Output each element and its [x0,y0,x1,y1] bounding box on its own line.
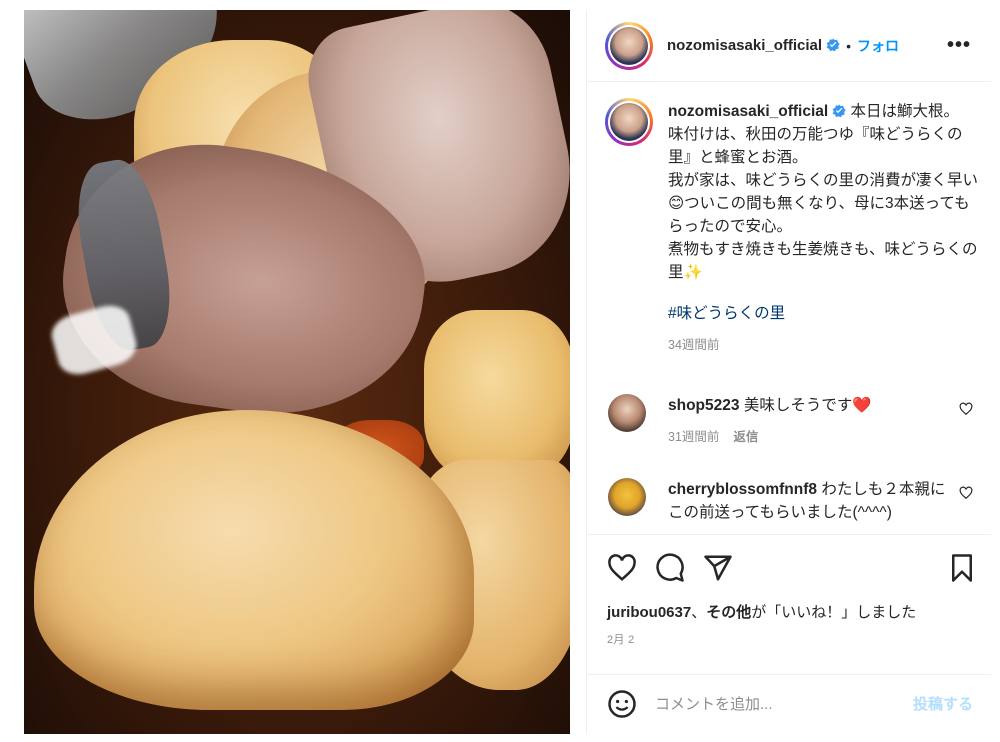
comments-list[interactable]: nozomisasaki_official 本日は鰤大根。 味付けは、秋田の万能… [587,82,991,534]
commenter-username[interactable]: cherryblossomfnnf8 [668,481,817,498]
commenter-avatar[interactable] [608,478,646,516]
comment-content: 美味しそうです❤️ [743,397,872,414]
comment-timestamp[interactable]: 31週間前 [668,430,719,444]
caption-timestamp[interactable]: 34週間前 [668,334,978,357]
caption-avatar[interactable] [605,98,653,146]
post-photo[interactable] [24,10,570,734]
author-avatar[interactable] [605,21,653,70]
caption-line: 味付けは、秋田の万能つゆ『味どうらくの里』と蜂蜜とお酒。 [668,126,963,166]
author-avatar-image [610,26,648,65]
send-icon[interactable] [703,553,733,583]
instagram-post-window: nozomisasaki_official • フォロ ••• nozomisa… [0,0,1000,742]
likes-summary: juribou0637、その他が「いいね！」しました [607,604,917,621]
post-header: nozomisasaki_official • フォロ ••• [587,10,991,82]
caption-line: 本日は鰤大根。 [850,103,960,120]
verified-badge-icon [826,38,840,52]
author-username[interactable]: nozomisasaki_official [667,37,840,54]
comment-like-heart-icon[interactable] [959,486,973,500]
liker-username[interactable]: juribou0637 [607,604,691,621]
caption-line: 煮物もすき焼きも生姜焼きも、味どうらくの里✨ [668,241,978,281]
post-comment-button[interactable]: 投稿する [913,693,973,714]
commenter-avatar[interactable] [608,394,646,432]
caption-text: nozomisasaki_official 本日は鰤大根。 味付けは、秋田の万能… [668,100,978,357]
bookmark-icon[interactable] [947,553,977,583]
comment-icon[interactable] [655,553,685,583]
comment-like-heart-icon[interactable] [959,402,973,416]
post-side-panel: nozomisasaki_official • フォロ ••• nozomisa… [586,10,991,734]
comment-meta: 31週間前 返信 [668,426,948,449]
comment-input[interactable] [655,689,895,719]
daikon-piece [424,310,570,480]
hashtag-link[interactable]: #味どうらくの里 [668,302,978,325]
post-date[interactable]: 2月 2 [607,631,635,647]
heart-icon[interactable] [607,553,637,583]
comment-text: shop5223 美味しそうです❤️ 31週間前 返信 [668,394,948,449]
comment-text: cherryblossomfnnf8 わたしも２本親にこの前送ってもらいました(… [668,478,948,524]
more-options-icon[interactable]: ••• [947,34,971,57]
commenter-username[interactable]: shop5223 [668,397,740,414]
likes-others-link[interactable]: その他 [706,604,751,621]
reply-button[interactable]: 返信 [733,430,758,444]
add-comment-bar: 投稿する [587,674,991,734]
caption-username[interactable]: nozomisasaki_official [668,103,846,120]
smiley-icon[interactable] [607,689,637,719]
caption-line: 我が家は、味どうらくの里の消費が凄く早い😊ついこの間も無くなり、母に3本送っても… [668,172,979,235]
follow-button[interactable]: フォロ [857,36,899,56]
verified-badge-icon [832,104,846,118]
separator-dot: • [846,37,851,54]
